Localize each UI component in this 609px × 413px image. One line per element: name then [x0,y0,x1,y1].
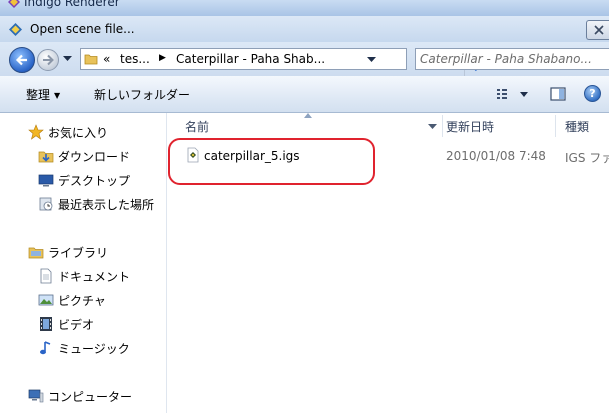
search-input[interactable] [420,50,605,68]
nav-label: ドキュメント [58,270,131,284]
star-icon [28,124,44,140]
nav-libraries[interactable]: ライブラリ [0,242,166,262]
dialog-icon [9,23,22,36]
nav-label: お気に入り [48,126,109,140]
close-button[interactable] [586,20,609,40]
breadcrumb-separator-icon[interactable]: ▶ [159,53,166,63]
nav-label: ピクチャ [58,294,106,308]
pictures-icon [38,294,54,306]
nav-label: ダウンロード [58,150,131,164]
folder-icon [84,54,98,65]
chevron-down-icon: ▼ [54,91,61,100]
command-toolbar: 整理 ▼ 新しいフォルダー ? [0,76,609,113]
new-folder-button[interactable]: 新しいフォルダー [94,86,190,103]
column-header-type[interactable]: 種類 [556,113,609,139]
music-icon [40,341,51,355]
nav-favorites[interactable]: お気に入り [0,122,166,142]
recent-pages-dropdown-icon[interactable] [63,56,72,62]
dialog-title: Open scene file... [30,22,135,36]
nav-label: ビデオ [58,318,95,332]
nav-label: デスクトップ [58,174,131,188]
computer-icon [28,389,44,403]
breadcrumb-item[interactable]: Caterpillar - Paha Shab... [176,52,325,66]
nav-music[interactable]: ミュージック [0,338,166,358]
download-folder-icon [38,151,54,163]
dialog-titlebar: Open scene file... [0,16,609,42]
file-type: IGS ファ [565,151,609,165]
back-button[interactable] [9,47,35,73]
organize-label: 整理 [26,88,51,102]
forward-arrow-icon [43,54,54,66]
nav-label: ライブラリ [48,246,109,260]
nav-label: コンピューター [48,390,133,404]
desktop-icon [38,174,54,187]
column-header-modified[interactable]: 更新日時 [443,113,555,139]
preview-pane-icon[interactable] [550,86,566,102]
nav-label: ミュージック [58,342,130,356]
file-modified: 2010/01/08 7:48 [446,149,546,163]
app-titlebar: Indigo Renderer [0,0,609,16]
forward-button[interactable] [37,49,59,71]
breadcrumb-overflow[interactable]: « [103,52,110,66]
nav-downloads[interactable]: ダウンロード [0,146,166,166]
nav-desktop[interactable]: デスクトップ [0,170,166,190]
column-header-name[interactable]: 名前 [167,113,443,139]
app-title: Indigo Renderer [24,0,120,9]
address-bar[interactable]: « tes... ▶ Caterpillar - Paha Shab... [80,48,483,77]
nav-computer[interactable]: コンピューター [0,386,166,406]
navigation-pane: お気に入り ダウンロード デスクトップ 最近表示した場所 ライブラリ ドキュメン… [0,113,166,413]
nav-recent-places[interactable]: 最近表示した場所 [0,194,166,214]
address-dropdown-icon[interactable] [367,57,376,63]
recent-places-icon [39,197,53,211]
navigation-bar: « tes... ▶ Caterpillar - Paha Shab... [0,42,609,77]
search-box[interactable] [415,48,609,70]
change-view-icon[interactable] [495,86,535,102]
highlight-annotation [168,138,375,185]
nav-documents[interactable]: ドキュメント [0,266,166,286]
videos-icon [40,317,52,331]
back-arrow-icon [15,54,27,66]
nav-videos[interactable]: ビデオ [0,314,166,334]
help-button[interactable]: ? [584,85,601,102]
libraries-icon [28,247,44,259]
nav-label: 最近表示した場所 [58,198,155,212]
close-icon [594,25,604,35]
nav-pictures[interactable]: ピクチャ [0,290,166,310]
organize-button[interactable]: 整理 ▼ [26,86,60,103]
breadcrumb-item[interactable]: tes... [120,52,150,66]
documents-icon [40,268,52,284]
indigo-app-icon [8,0,20,8]
column-filter-dropdown-icon[interactable] [428,124,437,130]
